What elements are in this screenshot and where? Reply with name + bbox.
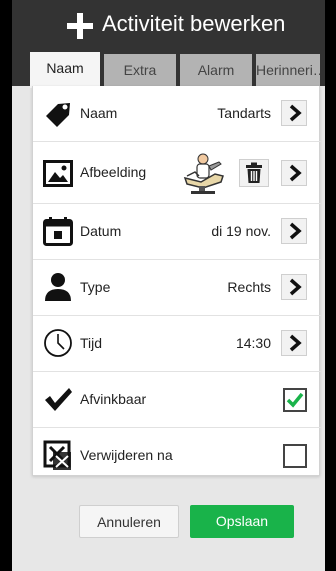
tag-icon: [43, 98, 73, 128]
chevron-right-icon: [289, 104, 302, 122]
row-afvinkbaar[interactable]: Afvinkbaar: [33, 372, 321, 428]
datum-arrow-button[interactable]: [281, 218, 307, 244]
delete-box-icon: [43, 440, 73, 470]
row-type[interactable]: Type Rechts: [33, 260, 321, 316]
datum-label: Datum: [80, 223, 122, 239]
row-tijd[interactable]: Tijd 14:30: [33, 316, 321, 372]
row-naam[interactable]: Naam Tandarts: [33, 86, 321, 142]
clock-icon: [43, 328, 73, 358]
tijd-value: 14:30: [235, 335, 271, 351]
chevron-right-icon: [289, 164, 302, 182]
check-icon: [286, 392, 304, 408]
verwijderen-label: Verwijderen na: [80, 447, 173, 463]
afvinkbaar-label: Afvinkbaar: [80, 391, 147, 407]
type-value: Rechts: [227, 279, 271, 295]
cancel-button[interactable]: Annuleren: [79, 505, 179, 538]
type-label: Type: [80, 279, 111, 295]
calendar-icon: [43, 216, 73, 246]
checkmark-icon: [43, 384, 73, 414]
datum-value: di 19 nov.: [211, 223, 271, 239]
tab-naam[interactable]: Naam: [30, 52, 102, 88]
naam-value: Tandarts: [217, 105, 271, 121]
trash-icon: [246, 162, 262, 183]
plus-icon: [67, 13, 93, 39]
naam-arrow-button[interactable]: [281, 100, 307, 126]
afbeelding-label: Afbeelding: [80, 164, 147, 180]
delete-image-button[interactable]: [239, 159, 269, 187]
tab-alarm[interactable]: Alarm: [180, 54, 254, 86]
app-frame: Activiteit bewerken Naam Extra Alarm Her…: [12, 0, 325, 571]
person-icon: [43, 272, 73, 302]
tab-herinnering[interactable]: Herinneri…: [256, 54, 322, 86]
dentist-chair-image: [181, 152, 227, 194]
chevron-right-icon: [289, 222, 302, 240]
image-icon: [43, 158, 73, 188]
row-afbeelding[interactable]: Afbeelding: [33, 142, 321, 204]
chevron-right-icon: [289, 278, 302, 296]
verwijderen-checkbox[interactable]: [283, 444, 307, 468]
tijd-label: Tijd: [80, 335, 103, 351]
afbeelding-arrow-button[interactable]: [281, 160, 307, 186]
header-bar: Activiteit bewerken: [12, 0, 325, 50]
form-panel: Naam Tandarts Afbeelding Datum di 19 nov…: [32, 86, 321, 476]
tab-bar: Naam Extra Alarm Herinneri…: [12, 50, 325, 88]
tab-extra[interactable]: Extra: [104, 54, 178, 86]
row-verwijderen[interactable]: Verwijderen na: [33, 428, 321, 484]
row-datum[interactable]: Datum di 19 nov.: [33, 204, 321, 260]
chevron-right-icon: [289, 334, 302, 352]
afvinkbaar-checkbox[interactable]: [283, 388, 307, 412]
naam-label: Naam: [80, 105, 118, 121]
save-button[interactable]: Opslaan: [190, 505, 294, 538]
tijd-arrow-button[interactable]: [281, 330, 307, 356]
type-arrow-button[interactable]: [281, 274, 307, 300]
page-title: Activiteit bewerken: [102, 11, 286, 36]
